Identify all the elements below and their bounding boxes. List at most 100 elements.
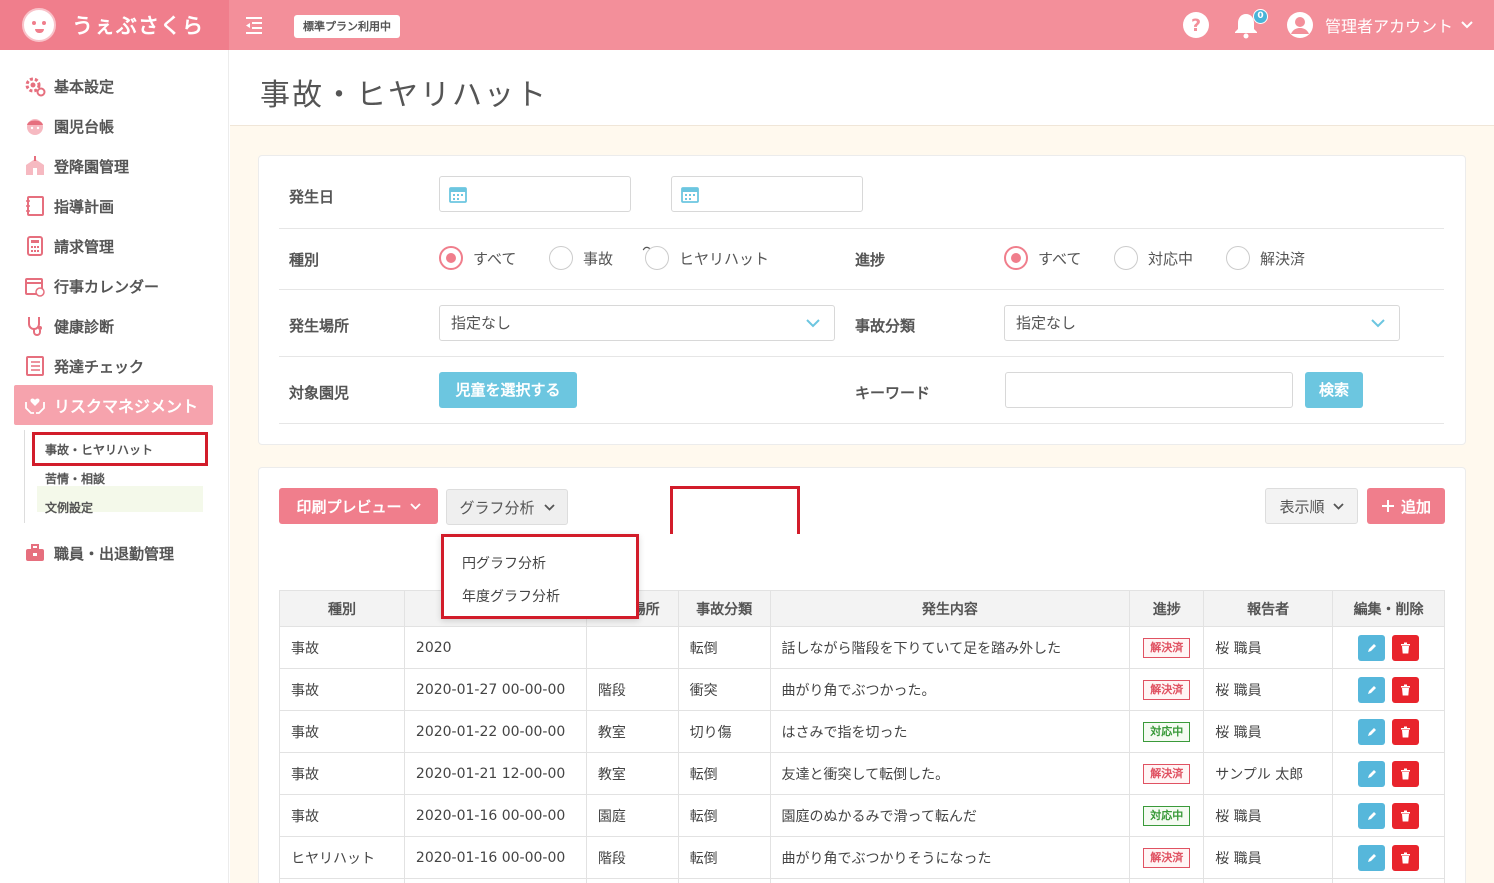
delete-button[interactable] [1392,718,1420,745]
delete-button[interactable] [1392,760,1420,787]
chevron-down-icon [409,502,421,510]
add-button[interactable]: 追加 [1367,488,1445,524]
child-face-icon [27,119,43,135]
sidebar-item-event-calendar[interactable]: 行事カレンダー [24,274,159,298]
sidebar-item-label: 職員・出退勤管理 [54,544,175,563]
keyword-label: キーワード [855,384,931,402]
cell-type: 事故 [279,626,405,669]
delete-button[interactable] [1392,634,1420,661]
cell-category: 転倒 [677,878,771,883]
sidebar-item-billing[interactable]: 請求管理 [24,234,114,258]
account-label: 管理者アカウント [1325,17,1454,36]
column-header[interactable]: 種別 [279,590,405,627]
row-actions [1333,634,1444,661]
column-header[interactable]: 報告者 [1203,590,1334,627]
cell-actions [1332,752,1445,795]
table-row: 事故 2020-01-22 00-00-00 教室 切り傷 はさみで指を切った 対応中桜 … [279,710,1445,753]
date-label: 発生日 [289,188,335,206]
edit-button[interactable] [1358,844,1386,871]
cell-place: 教室 [585,710,679,753]
table-row: ヒヤリハット 2020-01-16 00-00-00 階段 転倒 曲がり角でぶつかりそう… [279,836,1445,879]
sidebar-item-basic-settings[interactable]: 基本設定 [24,74,114,98]
cell-type: 事故 [279,710,405,753]
radio-unselected [1226,246,1250,270]
menu-toggle-icon[interactable] [244,14,264,36]
edit-button[interactable] [1358,634,1386,661]
delete-button[interactable] [1392,844,1420,871]
trash-icon [1401,810,1411,821]
top-bar: うぇぶさくら 標準プラン利用中 ? 0 管理者アカウント [0,0,1494,50]
status-badge: 解決済 [1143,763,1191,784]
school-icon [26,156,44,175]
sidebar-item-staff-attendance[interactable]: 職員・出退勤管理 [24,541,174,565]
graph-analysis-label: グラフ分析 [459,498,535,517]
sidebar-item-health-check[interactable]: 健康診断 [24,314,114,338]
delete-button[interactable] [1392,676,1420,703]
radio-label: 事故 [583,249,614,268]
menu-item-annual-chart[interactable]: 年度グラフ分析 [462,586,560,606]
row-divider [279,228,1444,229]
highlight-outline [670,486,800,534]
date-to-input[interactable] [671,176,863,212]
column-header[interactable]: 発生内容 [769,590,1131,627]
edit-button[interactable] [1358,802,1386,829]
chevron-down-icon [806,319,820,328]
type-radio-all[interactable]: すべて [439,246,516,270]
status-badge: 対応中 [1143,805,1191,826]
cell-reporter: 桜 職員 [1203,878,1334,883]
sidebar-item-guidance-plan[interactable]: 指導計画 [24,194,114,218]
progress-radio-in-progress[interactable]: 対応中 [1114,246,1193,270]
cell-status: 対応中 [1129,710,1205,753]
category-label: 事故分類 [855,317,916,335]
sidebar-item-development-check[interactable]: 発達チェック [24,354,144,378]
sort-order-button[interactable]: 表示順 [1265,488,1358,524]
cell-type: 事故 [279,668,405,711]
type-radio-accident[interactable]: 事故 [549,246,613,270]
cell-reporter: 桜 職員 [1203,794,1334,837]
edit-button[interactable] [1358,718,1386,745]
radio-label: 対応中 [1148,249,1194,268]
cell-content: 園庭のぬかるみで滑って転んだ [769,794,1131,837]
app-logo[interactable]: うぇぶさくら [0,0,229,50]
graph-analysis-button[interactable]: グラフ分析 [446,489,568,525]
column-header[interactable]: 事故分類 [677,590,771,627]
radio-unselected [645,246,669,270]
status-badge: 解決済 [1143,847,1191,868]
delete-button[interactable] [1392,802,1420,829]
sidebar-item-attendance[interactable]: 登降園管理 [24,154,129,178]
radio-selected [439,246,463,270]
account-menu[interactable]: 管理者アカウント [1286,11,1473,39]
cell-date: 2020-01-13 00-00-00 [403,878,587,883]
column-header[interactable]: 進捗 [1129,590,1205,627]
help-icon[interactable]: ? [1182,11,1210,39]
row-actions [1333,844,1444,871]
row-divider [279,356,1444,357]
progress-radio-resolved[interactable]: 解決済 [1226,246,1305,270]
search-button[interactable]: 検索 [1305,372,1363,408]
progress-radio-all[interactable]: すべて [1004,246,1081,270]
edit-button[interactable] [1358,676,1386,703]
sidebar-item-child-register[interactable]: 園児台帳 [24,114,114,138]
date-from-input[interactable] [439,176,631,212]
sidebar-item-risk-management[interactable]: リスクマネジメント [14,385,213,425]
pencil-icon [1367,811,1376,820]
row-actions [1333,760,1444,787]
cell-category: 衝突 [677,668,771,711]
menu-item-pie-chart[interactable]: 円グラフ分析 [462,553,546,573]
radio-label: ヒヤリハット [679,249,770,268]
calculator-icon [27,236,43,256]
subnav-item-complaints[interactable]: 苦情・相談 [45,470,105,487]
place-select[interactable]: 指定なし [439,305,835,341]
type-radio-near-miss[interactable]: ヒヤリハット [645,246,769,270]
category-select[interactable]: 指定なし [1004,305,1400,341]
select-child-button[interactable]: 児童を選択する [439,372,577,408]
keyword-input[interactable] [1005,372,1293,408]
cell-content: 友達と衝突して転倒した。 [769,878,1131,883]
print-preview-button[interactable]: 印刷プレビュー [279,488,438,524]
cell-status: 解決済 [1129,626,1205,669]
sidebar-item-label: 登降園管理 [54,157,130,176]
cell-status: 解決済 [1129,752,1205,795]
trash-icon [1401,684,1411,695]
subnav-item-phrase-settings[interactable]: 文例設定 [45,499,93,516]
edit-button[interactable] [1358,760,1386,787]
